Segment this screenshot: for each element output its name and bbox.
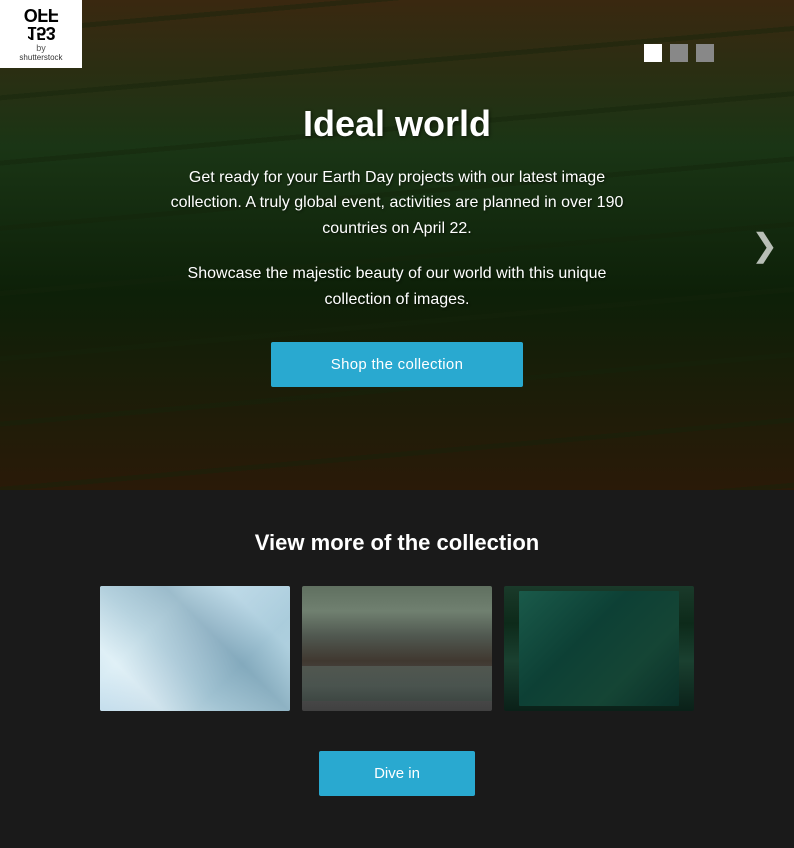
hero-sub-description: Showcase the majestic beauty of our worl… [157, 261, 637, 312]
collection-image-rocks[interactable] [302, 586, 492, 711]
logo: OFF 153 by shutterstock [0, 0, 82, 68]
shop-collection-button[interactable]: Shop the collection [271, 342, 523, 387]
collection-image-ice[interactable] [100, 586, 290, 711]
carousel-dot-1[interactable] [644, 44, 662, 62]
hero-content: Ideal world Get ready for your Earth Day… [137, 103, 657, 388]
collection-image-aquarium[interactable] [504, 586, 694, 711]
hero-title: Ideal world [157, 103, 637, 145]
logo-off-text: OFF [24, 6, 59, 24]
carousel-dot-3[interactable] [696, 44, 714, 62]
logo-153-text: 153 [27, 24, 56, 42]
collection-title: View more of the collection [20, 530, 774, 556]
hero-section: OFF 153 by shutterstock Ideal world Get … [0, 0, 794, 490]
carousel-next-arrow[interactable]: ❯ [751, 229, 778, 261]
carousel-dots [644, 44, 714, 62]
carousel-dot-2[interactable] [670, 44, 688, 62]
hero-description: Get ready for your Earth Day projects wi… [157, 165, 637, 242]
collection-image-grid [20, 586, 774, 711]
dive-in-button[interactable]: Dive in [319, 751, 475, 796]
logo-brand-text: shutterstock [19, 54, 62, 62]
collection-section: View more of the collection Dive in [0, 490, 794, 846]
